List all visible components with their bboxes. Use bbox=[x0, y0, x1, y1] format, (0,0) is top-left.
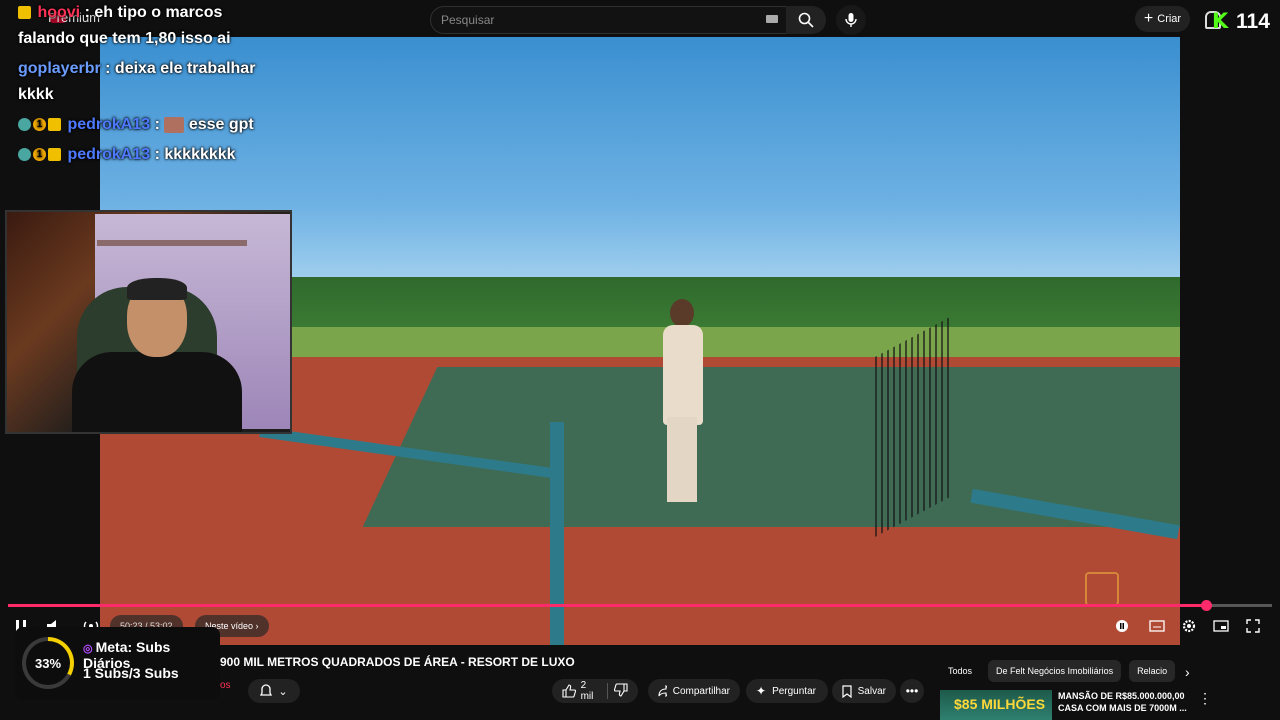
chat-overlay: hoovi : eh tipo o marcos falando que tem… bbox=[18, 0, 268, 172]
keyboard-icon[interactable] bbox=[766, 15, 778, 23]
crown-badge-icon bbox=[18, 6, 31, 20]
search-icon bbox=[798, 12, 814, 28]
chat-username: pedrokA13 bbox=[67, 116, 151, 133]
sub-badge-icon: 1 bbox=[33, 148, 46, 162]
miniplayer-button[interactable] bbox=[1212, 618, 1230, 634]
thumbnail-text: $85 MILHÕES bbox=[954, 696, 1046, 712]
settings-button[interactable] bbox=[1180, 617, 1198, 635]
chevron-right-icon[interactable]: › bbox=[1185, 664, 1190, 680]
chip-related[interactable]: Relacio bbox=[1129, 660, 1176, 682]
chat-username: pedrokA13 bbox=[67, 146, 151, 163]
kick-viewer-count: 114 bbox=[1236, 10, 1270, 33]
chat-message: goplayerbr : deixa ele trabalhar kkkk bbox=[18, 56, 268, 108]
autoplay-icon bbox=[1116, 620, 1128, 632]
progress-scrubber[interactable] bbox=[1201, 600, 1213, 611]
glasses-badge-icon bbox=[18, 118, 31, 132]
microphone-icon bbox=[845, 13, 857, 27]
goal-progress-ring: 33% bbox=[22, 637, 74, 689]
voice-search-button[interactable] bbox=[836, 5, 866, 35]
dislike-button[interactable] bbox=[613, 682, 628, 700]
create-button[interactable]: + Criar bbox=[1135, 6, 1190, 32]
recommended-video-thumbnail[interactable]: $85 MILHÕES bbox=[940, 690, 1052, 720]
bell-icon bbox=[260, 684, 273, 696]
subs-goal-widget: 33% ◎ Meta: Subs Diários 1 Subs/3 Subs bbox=[15, 627, 220, 700]
search-input[interactable] bbox=[439, 12, 763, 28]
webcam-person-shirt bbox=[72, 352, 242, 432]
thumbs-down-icon bbox=[613, 682, 628, 697]
like-count: 2 mil bbox=[580, 680, 594, 702]
share-button[interactable]: Compartilhar bbox=[648, 679, 740, 703]
fullscreen-icon bbox=[1246, 619, 1260, 633]
like-button[interactable]: 2 mil bbox=[562, 680, 601, 702]
chat-message: hoovi : eh tipo o marcos falando que tem… bbox=[18, 0, 268, 52]
goal-progress-text: 1 Subs/3 Subs bbox=[83, 665, 179, 681]
search-button[interactable] bbox=[786, 6, 826, 34]
chat-message: 1 pedrokA13 : esse gpt bbox=[18, 112, 268, 138]
sub-badge-icon: 1 bbox=[33, 118, 46, 132]
save-button[interactable]: Salvar bbox=[832, 679, 896, 703]
recommendation-chips: Todos De Felt Negócios Imobiliários Rela… bbox=[940, 660, 1176, 682]
video-watermark-icon bbox=[1085, 572, 1119, 606]
chat-text: esse gpt bbox=[188, 116, 254, 133]
search-box[interactable] bbox=[430, 6, 787, 34]
plus-icon: + bbox=[1143, 10, 1154, 27]
more-actions-button[interactable]: ••• bbox=[900, 679, 924, 703]
chevron-right-icon: › bbox=[255, 621, 259, 631]
chip-channel[interactable]: De Felt Negócios Imobiliários bbox=[988, 660, 1122, 682]
webcam-person-hair bbox=[127, 278, 187, 300]
autoplay-toggle[interactable] bbox=[1114, 618, 1130, 634]
chat-text: : kkkkkkkk bbox=[154, 146, 236, 163]
bookmark-icon bbox=[842, 684, 852, 698]
chip-todos[interactable]: Todos bbox=[940, 660, 980, 682]
video-progress-bar[interactable] bbox=[8, 600, 1272, 611]
sparkle-icon: ✦ bbox=[756, 684, 767, 698]
subtitles-icon bbox=[1149, 620, 1165, 632]
thumbs-up-icon bbox=[562, 684, 576, 698]
fullscreen-button[interactable] bbox=[1244, 618, 1262, 634]
streamer-webcam bbox=[5, 210, 292, 434]
gear-icon bbox=[1182, 619, 1196, 633]
ask-label: Perguntar bbox=[772, 685, 816, 697]
crown-badge-icon bbox=[48, 118, 61, 132]
webcam-shelf bbox=[97, 240, 247, 246]
share-label: Compartilhar bbox=[672, 685, 730, 697]
chevron-down-icon: ⌄ bbox=[278, 685, 288, 698]
save-label: Salvar bbox=[857, 685, 886, 697]
chat-username: hoovi bbox=[37, 4, 81, 21]
progress-fill bbox=[8, 604, 1207, 607]
more-horizontal-icon: ••• bbox=[905, 684, 919, 698]
emote-icon bbox=[164, 116, 185, 133]
share-icon bbox=[658, 685, 667, 697]
subtitles-button[interactable] bbox=[1148, 618, 1166, 634]
subscription-bell-button[interactable]: ⌄ bbox=[248, 679, 300, 703]
goal-dot-icon: ◎ bbox=[83, 643, 93, 655]
video-title: 900 MIL METROS QUADRADOS DE ÁREA - RESOR… bbox=[220, 655, 575, 669]
crown-badge-icon bbox=[48, 148, 61, 162]
chat-message: 1 pedrokA13 : kkkkkkkk bbox=[18, 142, 268, 168]
more-vertical-icon[interactable]: ⋮ bbox=[1198, 690, 1212, 707]
like-dislike-group: 2 mil bbox=[552, 679, 638, 703]
recommended-video-title[interactable]: MANSÃO DE R$85.000.000,00 CASA COM MAIS … bbox=[1058, 690, 1188, 714]
create-label: Criar bbox=[1157, 13, 1182, 25]
ask-button[interactable]: ✦ Perguntar bbox=[746, 679, 828, 703]
miniplayer-icon bbox=[1213, 620, 1229, 632]
video-scene-person bbox=[655, 297, 710, 507]
kick-logo: K bbox=[1212, 9, 1229, 33]
goal-percent: 33% bbox=[26, 641, 70, 685]
divider bbox=[607, 683, 608, 699]
video-scene-fence-post bbox=[550, 422, 564, 645]
glasses-badge-icon bbox=[18, 148, 31, 162]
channel-name-fragment[interactable]: os bbox=[220, 680, 231, 691]
chat-username: goplayerbr bbox=[18, 60, 101, 77]
chat-separator: : bbox=[154, 116, 160, 133]
